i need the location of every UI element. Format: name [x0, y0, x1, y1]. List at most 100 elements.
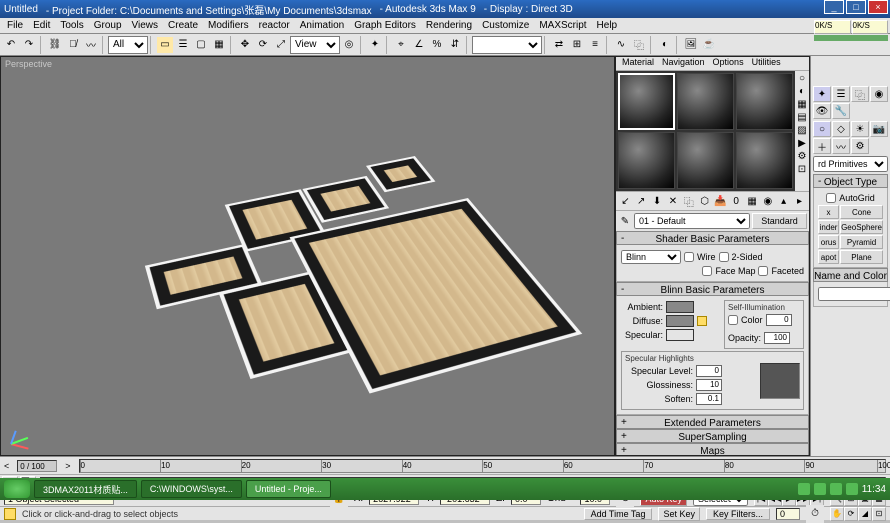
faceted-checkbox[interactable]	[758, 266, 768, 276]
mirror-button[interactable]: ⇄	[550, 36, 568, 54]
render-scene-button[interactable]: 🖼	[682, 36, 700, 54]
max-toggle-icon[interactable]: ⊡	[872, 507, 886, 521]
two-sided-checkbox[interactable]	[719, 252, 729, 262]
angle-snap-button[interactable]: ∠	[410, 36, 428, 54]
wire-checkbox[interactable]	[684, 252, 694, 262]
link-button[interactable]: ⛓	[46, 36, 64, 54]
undo-button[interactable]: ↶	[2, 36, 20, 54]
time-config-icon[interactable]: ⏱	[806, 505, 824, 523]
object-name-field[interactable]	[818, 287, 890, 301]
prim-box[interactable]: x	[818, 205, 839, 219]
menu-reactor[interactable]: reactor	[254, 20, 295, 31]
create-tab[interactable]: ✦	[813, 86, 831, 102]
layers-button[interactable]: ≡	[586, 36, 604, 54]
add-time-tag-button[interactable]: Add Time Tag	[584, 508, 653, 520]
spacewarps-cat-icon[interactable]: 〰	[832, 138, 850, 154]
shader-dropdown[interactable]: Blinn	[621, 250, 681, 264]
window-crossing-button[interactable]: ▦	[210, 36, 228, 54]
show-map-icon[interactable]: ▦	[745, 194, 760, 209]
set-key-button[interactable]: Set Key	[658, 507, 700, 521]
menu-file[interactable]: File	[2, 20, 28, 31]
close-button[interactable]: ×	[868, 0, 888, 14]
tray-icon-4[interactable]	[846, 483, 858, 495]
redo-button[interactable]: ↷	[20, 36, 38, 54]
motion-tab[interactable]: ◉	[870, 86, 888, 102]
ambient-swatch[interactable]	[666, 301, 694, 313]
material-editor-button[interactable]: ◐	[656, 36, 674, 54]
modify-tab[interactable]: ☰	[832, 86, 850, 102]
select-move-button[interactable]: ✥	[236, 36, 254, 54]
unlink-button[interactable]: ⛓̸	[64, 36, 82, 54]
mat-menu-navigation[interactable]: Navigation	[658, 57, 709, 70]
rollout-maps[interactable]: +Maps	[616, 443, 809, 455]
prim-pyramid[interactable]: Pyramid	[840, 235, 883, 249]
menu-modifiers[interactable]: Modifiers	[203, 20, 254, 31]
taskbar-item-1[interactable]: 3DMAX2011材质贴...	[34, 480, 137, 498]
select-by-mat-icon[interactable]: ⊡	[796, 163, 808, 175]
menu-maxscript[interactable]: MAXScript	[534, 20, 591, 31]
menu-create[interactable]: Create	[163, 20, 203, 31]
prim-teapot[interactable]: apot	[818, 250, 839, 264]
named-selection-set[interactable]	[472, 36, 542, 54]
pan-icon[interactable]: ✋	[830, 507, 844, 521]
rollout-shader-basic[interactable]: -Shader Basic Parameters	[616, 231, 809, 245]
prim-geosphere[interactable]: GeoSphere	[840, 220, 883, 234]
prim-cone[interactable]: Cone	[840, 205, 883, 219]
rollout-extended-params[interactable]: +Extended Parameters	[616, 415, 809, 429]
tray-icon-1[interactable]	[798, 483, 810, 495]
prompt-lock-icon[interactable]	[4, 508, 16, 520]
rollout-supersampling[interactable]: +SuperSampling	[616, 429, 809, 443]
selection-filter[interactable]: All	[108, 36, 148, 54]
select-name-button[interactable]: ☰	[174, 36, 192, 54]
put-to-library-icon[interactable]: 📥	[713, 194, 728, 209]
rollout-blinn-basic[interactable]: -Blinn Basic Parameters	[616, 282, 809, 296]
taskbar-item-3[interactable]: Untitled - Proje...	[246, 480, 331, 498]
vp-stat-1[interactable]: 0K/S	[814, 20, 851, 34]
mat-menu-material[interactable]: Material	[618, 57, 658, 70]
opacity-spinner[interactable]: 100	[764, 332, 790, 344]
select-scale-button[interactable]: ⤢	[272, 36, 290, 54]
lights-cat-icon[interactable]: ☀	[851, 121, 869, 137]
ref-coord-system[interactable]: View	[290, 36, 340, 54]
options-icon[interactable]: ⚙	[796, 150, 808, 162]
diffuse-swatch[interactable]	[666, 315, 694, 327]
start-button[interactable]	[4, 480, 30, 498]
menu-help[interactable]: Help	[592, 20, 623, 31]
viewport-perspective[interactable]: Perspective	[0, 56, 615, 456]
utilities-tab[interactable]: 🔧	[832, 103, 850, 119]
pick-material-icon[interactable]: ✎	[618, 214, 632, 228]
material-slot-1[interactable]	[618, 73, 675, 130]
material-id-icon[interactable]: 0	[729, 194, 744, 209]
reset-map-icon[interactable]: ✕	[665, 194, 680, 209]
sample-type-icon[interactable]: ○	[796, 72, 808, 84]
menu-rendering[interactable]: Rendering	[421, 20, 477, 31]
geometry-category-dropdown[interactable]: rd Primitives	[813, 156, 888, 172]
make-unique-icon[interactable]: ⬡	[697, 194, 712, 209]
system-clock[interactable]: 11:34	[862, 484, 886, 495]
prim-plane[interactable]: Plane	[840, 250, 883, 264]
taskbar-item-2[interactable]: C:\WINDOWS\syst...	[141, 480, 242, 498]
backlight-icon[interactable]: ◐	[796, 85, 808, 97]
video-check-icon[interactable]: ▨	[796, 124, 808, 136]
autogrid-checkbox[interactable]	[826, 193, 836, 203]
menu-tools[interactable]: Tools	[55, 20, 88, 31]
material-slot-4[interactable]	[618, 132, 675, 189]
material-type-button[interactable]: Standard	[752, 213, 807, 229]
time-ruler[interactable]: 0 10 20 30 40 50 60 70 80 90 100	[79, 459, 886, 473]
spinner-snap-button[interactable]: ⇵	[446, 36, 464, 54]
material-slot-2[interactable]	[677, 73, 734, 130]
get-material-icon[interactable]: ↙	[618, 194, 633, 209]
show-end-result-icon[interactable]: ◉	[760, 194, 775, 209]
key-filters-button[interactable]: Key Filters...	[706, 508, 770, 520]
self-illum-color-checkbox[interactable]	[728, 315, 738, 325]
fov-icon[interactable]: ◢	[858, 507, 872, 521]
assign-to-selection-icon[interactable]: ⬇	[650, 194, 665, 209]
sample-uv-icon[interactable]: ▤	[796, 111, 808, 123]
snap-toggle-button[interactable]: ⌖	[392, 36, 410, 54]
vp-stat-2[interactable]: 0K/S	[852, 20, 889, 34]
specular-level-spinner[interactable]: 0	[696, 365, 722, 377]
material-slot-3[interactable]	[736, 73, 793, 130]
schematic-view-button[interactable]: ⿻	[630, 36, 648, 54]
geometry-cat-icon[interactable]: ○	[813, 121, 831, 137]
menu-group[interactable]: Group	[89, 20, 127, 31]
